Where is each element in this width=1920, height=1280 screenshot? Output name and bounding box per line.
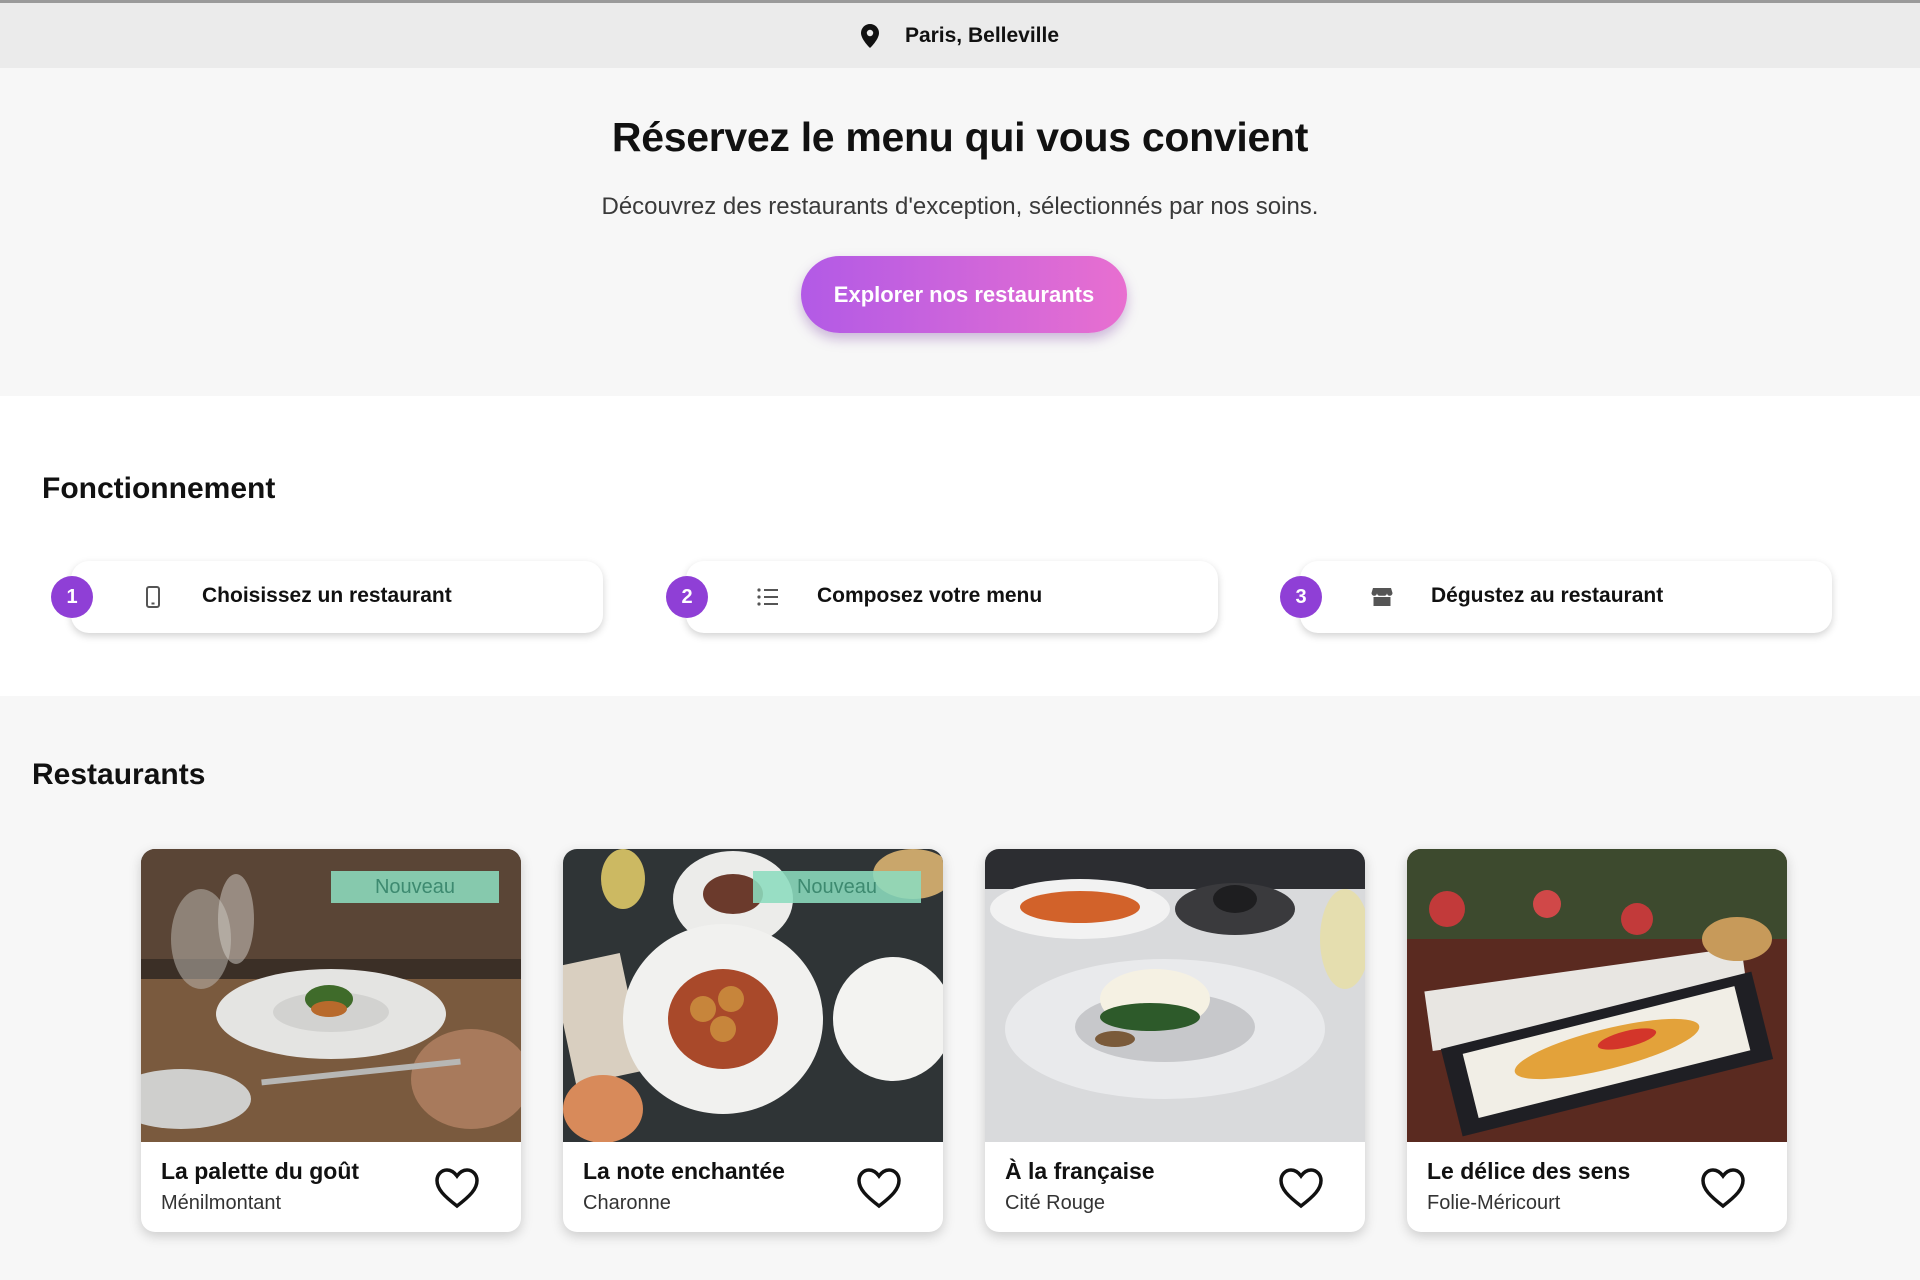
restaurant-area: Folie-Méricourt <box>1427 1192 1561 1214</box>
new-badge: Nouveau <box>331 871 499 903</box>
restaurant-card[interactable]: Le délice des sens Folie-Méricourt <box>1407 849 1787 1232</box>
page-title: Réservez le menu qui vous convient <box>611 114 1309 160</box>
step-card: Choisissez un restaurant <box>71 561 603 633</box>
hero-subtitle: Découvrez des restaurants d'exception, s… <box>601 193 1319 220</box>
heart-icon[interactable] <box>856 1167 902 1209</box>
heart-icon[interactable] <box>1278 1167 1324 1209</box>
step-compose-menu: 2 Composez votre menu <box>666 561 1218 633</box>
heart-icon[interactable] <box>434 1167 480 1209</box>
restaurant-card[interactable]: Nouveau La palette du goût Ménilmontant <box>141 849 521 1232</box>
step-label: Choisissez un restaurant <box>202 584 452 607</box>
step-label: Composez votre menu <box>817 584 1043 607</box>
restaurant-photo <box>1407 849 1787 1142</box>
restaurants-title: Restaurants <box>32 758 206 791</box>
step-enjoy-restaurant: 3 Dégustez au restaurant <box>1280 561 1832 633</box>
location-bar[interactable]: Paris, Belleville <box>0 3 1920 68</box>
restaurant-card[interactable]: À la française Cité Rouge <box>985 849 1365 1232</box>
location-label: Paris, Belleville <box>904 23 1060 47</box>
how-it-works-title: Fonctionnement <box>42 472 276 505</box>
restaurant-name: La note enchantée <box>583 1158 785 1184</box>
explore-restaurants-button[interactable]: Explorer nos restaurants <box>801 256 1127 333</box>
heart-icon[interactable] <box>1700 1167 1746 1209</box>
restaurant-name: La palette du goût <box>161 1158 360 1184</box>
restaurant-photo <box>985 849 1365 1142</box>
restaurant-card[interactable]: Nouveau La note enchantée Charonne <box>563 849 943 1232</box>
how-it-works-section: Fonctionnement 1 Choisissez un restauran… <box>0 396 1920 696</box>
step-card: Composez votre menu <box>686 561 1218 633</box>
restaurant-area: Ménilmontant <box>161 1192 282 1214</box>
storefront-icon <box>1371 588 1393 606</box>
restaurant-name: À la française <box>1005 1158 1155 1184</box>
list-icon <box>757 588 778 606</box>
step-number: 3 <box>1280 576 1322 618</box>
smartphone-icon <box>146 586 160 608</box>
step-label: Dégustez au restaurant <box>1431 584 1664 607</box>
map-pin-icon <box>860 23 879 48</box>
restaurant-name: Le délice des sens <box>1427 1158 1631 1184</box>
restaurants-section: Restaurants Nouveau La palette du goût M… <box>0 696 1920 1280</box>
new-badge: Nouveau <box>753 871 921 903</box>
step-number: 1 <box>51 576 93 618</box>
hero-section: Réservez le menu qui vous convient Décou… <box>0 68 1920 396</box>
step-card: Dégustez au restaurant <box>1300 561 1832 633</box>
step-number: 2 <box>666 576 708 618</box>
restaurant-area: Cité Rouge <box>1005 1192 1106 1214</box>
restaurant-area: Charonne <box>583 1192 671 1214</box>
step-choose-restaurant: 1 Choisissez un restaurant <box>51 561 603 633</box>
